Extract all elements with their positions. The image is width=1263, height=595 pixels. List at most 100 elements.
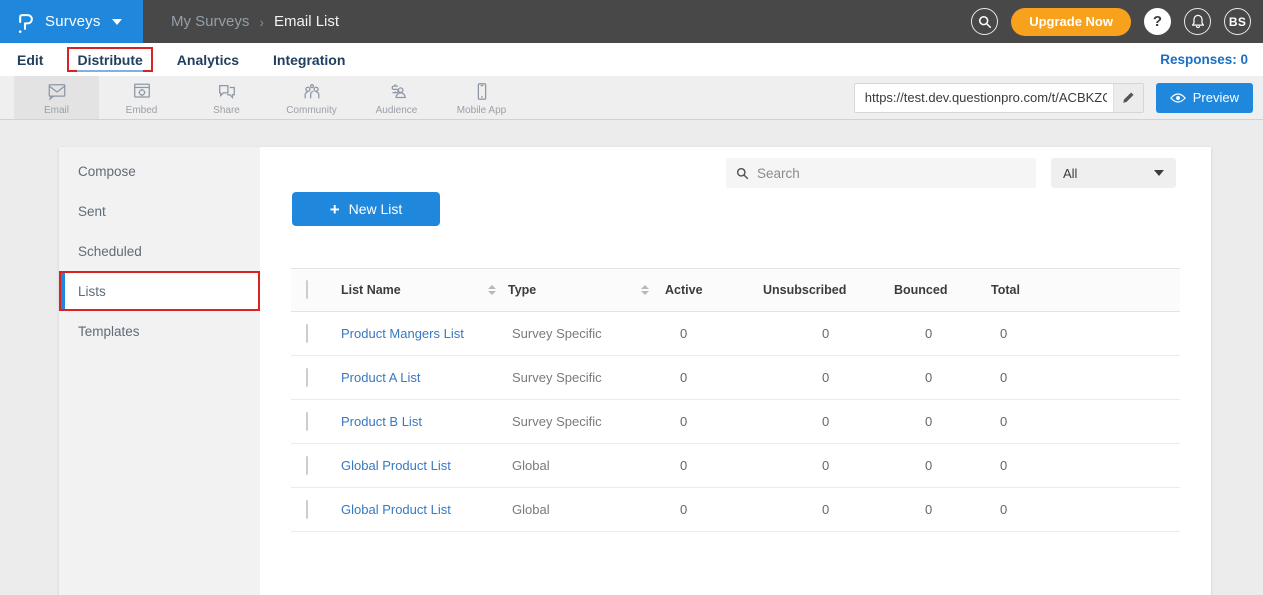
sort-icon[interactable]: [641, 285, 649, 295]
unsubscribed-count: 0: [757, 502, 888, 517]
notifications-button[interactable]: [1184, 8, 1211, 35]
active-count: 0: [659, 458, 757, 473]
row-checkbox[interactable]: [306, 412, 308, 431]
tab-edit[interactable]: Edit: [15, 50, 45, 70]
email-lists-panel: Compose Sent Scheduled Lists Templates A…: [59, 147, 1211, 595]
lists-main-area: All + New List List Name Type: [260, 147, 1211, 595]
tab-integration[interactable]: Integration: [271, 50, 347, 70]
channel-tab-community-label: Community: [286, 105, 337, 116]
topbar: Surveys My Surveys › Email List Upgrade …: [0, 0, 1263, 43]
unsubscribed-count: 0: [757, 370, 888, 385]
bounced-count: 0: [888, 326, 985, 341]
channel-tab-embed-label: Embed: [126, 105, 158, 116]
unsubscribed-count: 0: [757, 458, 888, 473]
share-icon: [216, 82, 238, 102]
search-icon: [736, 167, 749, 180]
table-row: Product Mangers List Survey Specific 0 0…: [291, 312, 1180, 356]
email-sidebar: Compose Sent Scheduled Lists Templates: [59, 147, 260, 595]
list-name-link[interactable]: Product B List: [339, 414, 506, 429]
search-input[interactable]: [757, 166, 1026, 181]
eye-icon: [1170, 92, 1186, 104]
questionpro-logo-icon: [14, 10, 36, 34]
list-name-link[interactable]: Product Mangers List: [339, 326, 506, 341]
tab-distribute[interactable]: Distribute: [67, 47, 152, 72]
table-header-row: List Name Type Active Unsubscribed Bounc…: [291, 268, 1180, 312]
product-menu[interactable]: Surveys: [0, 0, 143, 43]
sidebar-item-compose[interactable]: Compose: [59, 151, 260, 191]
row-checkbox[interactable]: [306, 324, 308, 343]
total-count: 0: [985, 414, 1180, 429]
sidebar-item-scheduled[interactable]: Scheduled: [59, 231, 260, 271]
help-button[interactable]: ?: [1144, 8, 1171, 35]
list-type: Global: [506, 458, 659, 473]
pencil-icon: [1122, 91, 1135, 104]
lists-table: List Name Type Active Unsubscribed Bounc…: [291, 268, 1180, 532]
row-checkbox[interactable]: [306, 456, 308, 475]
sidebar-item-lists[interactable]: Lists: [59, 271, 260, 311]
row-checkbox[interactable]: [306, 368, 308, 387]
active-count: 0: [659, 502, 757, 517]
account-menu-button[interactable]: BS: [1224, 8, 1251, 35]
active-count: 0: [659, 370, 757, 385]
page-title: Email List: [274, 13, 339, 30]
total-count: 0: [985, 326, 1180, 341]
list-type: Survey Specific: [506, 326, 659, 341]
chevron-down-icon: [1154, 170, 1164, 176]
upgrade-now-button[interactable]: Upgrade Now: [1011, 8, 1131, 36]
survey-link-area: Preview: [854, 76, 1263, 119]
bounced-count: 0: [888, 502, 985, 517]
sidebar-item-templates[interactable]: Templates: [59, 311, 260, 351]
channel-tab-embed[interactable]: Embed: [99, 76, 184, 119]
breadcrumb: My Surveys › Email List: [171, 13, 339, 30]
app-window: Surveys My Surveys › Email List Upgrade …: [0, 0, 1263, 595]
row-checkbox[interactable]: [306, 500, 308, 519]
product-menu-label: Surveys: [45, 13, 101, 30]
channel-tab-audience[interactable]: Audience: [354, 76, 439, 119]
chevron-down-icon: [112, 19, 122, 25]
channel-tab-email[interactable]: Email: [14, 76, 99, 119]
channel-tab-community[interactable]: Community: [269, 76, 354, 119]
list-name-link[interactable]: Global Product List: [339, 502, 506, 517]
bounced-count: 0: [888, 458, 985, 473]
list-search-box: [726, 158, 1036, 188]
filter-selected-value: All: [1063, 166, 1077, 181]
active-count: 0: [659, 326, 757, 341]
survey-url-input[interactable]: [855, 90, 1113, 105]
breadcrumb-my-surveys[interactable]: My Surveys: [171, 13, 249, 30]
channel-tab-mobile-app[interactable]: Mobile App: [439, 76, 524, 119]
column-header-unsubscribed: Unsubscribed: [757, 283, 888, 297]
column-header-bounced: Bounced: [888, 283, 985, 297]
list-filter-dropdown[interactable]: All: [1051, 158, 1176, 188]
distribute-channel-strip: Email Embed Share Community Audience Mob…: [0, 76, 1263, 120]
embed-icon: [131, 82, 153, 102]
tab-analytics[interactable]: Analytics: [175, 50, 241, 70]
bounced-count: 0: [888, 370, 985, 385]
responses-count[interactable]: Responses: 0: [1160, 52, 1248, 67]
bell-icon: [1191, 14, 1205, 29]
column-header-total: Total: [985, 283, 1180, 297]
mobile-app-icon: [471, 82, 493, 102]
list-type: Global: [506, 502, 659, 517]
channel-tab-share[interactable]: Share: [184, 76, 269, 119]
column-header-list-name[interactable]: List Name: [341, 283, 401, 297]
active-count: 0: [659, 414, 757, 429]
question-mark-icon: ?: [1153, 13, 1162, 30]
column-header-type[interactable]: Type: [508, 283, 536, 297]
search-button[interactable]: [971, 8, 998, 35]
new-list-button-label: New List: [349, 201, 403, 217]
edit-url-button[interactable]: [1113, 84, 1143, 112]
list-name-link[interactable]: Global Product List: [339, 458, 506, 473]
list-name-link[interactable]: Product A List: [339, 370, 506, 385]
topbar-actions: Upgrade Now ? BS: [971, 8, 1263, 36]
sidebar-item-sent[interactable]: Sent: [59, 191, 260, 231]
list-type: Survey Specific: [506, 370, 659, 385]
total-count: 0: [985, 502, 1180, 517]
new-list-button[interactable]: + New List: [292, 192, 440, 226]
sort-icon[interactable]: [488, 285, 496, 295]
table-row: Product A List Survey Specific 0 0 0 0: [291, 356, 1180, 400]
channel-tab-email-label: Email: [44, 105, 69, 116]
preview-button[interactable]: Preview: [1156, 83, 1253, 113]
list-type: Survey Specific: [506, 414, 659, 429]
preview-button-label: Preview: [1193, 90, 1239, 105]
select-all-checkbox[interactable]: [306, 280, 308, 299]
